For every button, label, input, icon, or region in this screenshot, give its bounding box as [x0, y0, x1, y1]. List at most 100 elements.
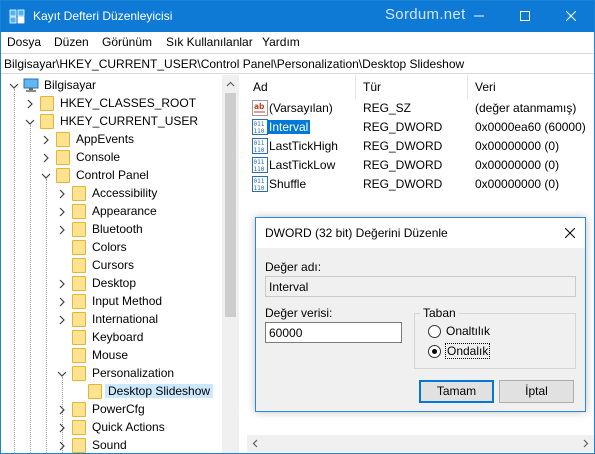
value-name: LastTickLow — [269, 158, 336, 172]
title-bar[interactable]: Kayıt Defteri Düzenleyicisi Sordum.net — [1, 1, 594, 32]
chevron-right-icon[interactable] — [57, 441, 67, 451]
tree-item-powercfg[interactable]: PowerCfg — [1, 401, 221, 419]
menu-view[interactable]: Görünüm — [102, 35, 152, 49]
chevron-down-icon[interactable] — [41, 171, 51, 181]
list-row-default[interactable]: ab (Varsayılan) REG_SZ (değer atanmamış) — [247, 99, 594, 118]
folder-icon — [72, 186, 86, 201]
menu-file[interactable]: Dosya — [7, 35, 41, 49]
tree-item-appearance[interactable]: Appearance — [1, 203, 221, 221]
close-icon — [566, 11, 576, 21]
radio-circle[interactable] — [428, 325, 441, 338]
chevron-right-icon[interactable] — [25, 99, 35, 109]
tree-item-input-method[interactable]: Input Method — [1, 293, 221, 311]
value-type: REG_DWORD — [363, 120, 443, 134]
tree-item-quick-actions[interactable]: Quick Actions — [1, 419, 221, 437]
value-name: Shuffle — [269, 177, 307, 191]
close-icon — [565, 228, 575, 238]
window-title: Kayıt Defteri Düzenleyicisi — [33, 9, 173, 23]
column-header-type[interactable]: Tür — [363, 80, 381, 94]
tree-item-computer[interactable]: Bilgisayar — [1, 77, 221, 95]
chevron-right-icon[interactable] — [57, 423, 67, 433]
radio-decimal[interactable]: Ondalık — [428, 343, 498, 360]
radio-hexadecimal[interactable]: Onaltılık — [428, 324, 498, 340]
chevron-right-icon[interactable] — [57, 279, 67, 289]
tree-item-accessibility[interactable]: Accessibility — [1, 185, 221, 203]
chevron-down-icon[interactable] — [9, 81, 19, 91]
menu-help[interactable]: Yardım — [262, 35, 300, 49]
column-separator[interactable] — [467, 75, 468, 99]
tree-vertical-scrollbar[interactable] — [222, 75, 239, 453]
string-value-icon: ab — [252, 100, 268, 116]
tree-item-bluetooth[interactable]: Bluetooth — [1, 221, 221, 239]
list-row-interval[interactable]: 011 110 Interval REG_DWORD 0x0000ea60 (6… — [247, 118, 594, 137]
list-row-lasttickhigh[interactable]: 011 110 LastTickHigh REG_DWORD 0x0000000… — [247, 137, 594, 156]
tree-item-control-panel[interactable]: Control Panel — [1, 167, 221, 185]
folder-icon — [72, 204, 86, 219]
minimize-icon — [474, 15, 484, 17]
tree-item-personalization[interactable]: Personalization — [1, 365, 221, 383]
chevron-right-icon[interactable] — [57, 207, 67, 217]
list-row-shuffle[interactable]: 011 110 Shuffle REG_DWORD 0x00000000 (0) — [247, 175, 594, 194]
value-type: REG_DWORD — [363, 158, 443, 172]
dialog-title-bar[interactable]: DWORD (32 bit) Değerini Düzenle — [256, 218, 585, 248]
chevron-right-icon[interactable] — [57, 405, 67, 415]
chevron-right-icon[interactable] — [57, 225, 67, 235]
tree-item-sound[interactable]: Sound — [1, 437, 221, 453]
folder-icon — [72, 240, 86, 255]
radio-circle-checked[interactable] — [428, 345, 441, 358]
column-header-data[interactable]: Veri — [475, 80, 496, 94]
tree-item-appevents[interactable]: AppEvents — [1, 131, 221, 149]
folder-icon — [88, 384, 102, 399]
folder-icon — [72, 366, 86, 381]
list-row-lastticklow[interactable]: 011 110 LastTickLow REG_DWORD 0x00000000… — [247, 156, 594, 175]
value-name-field[interactable]: Interval — [265, 276, 576, 297]
tree-item-hkey-classes-root[interactable]: HKEY_CLASSES_ROOT — [1, 95, 221, 113]
chevron-right-icon[interactable] — [57, 189, 67, 199]
value-name: Interval — [267, 120, 311, 134]
dialog-close-button[interactable] — [555, 218, 585, 248]
tree-item-keyboard[interactable]: Keyboard — [1, 329, 221, 347]
tree-item-desktop[interactable]: Desktop — [1, 275, 221, 293]
tree-item-cursors[interactable]: Cursors — [1, 257, 221, 275]
registry-editor-window: Kayıt Defteri Düzenleyicisi Sordum.net D… — [0, 0, 595, 454]
value-data-input[interactable]: 60000 — [265, 322, 402, 343]
scroll-left-arrow-icon[interactable] — [251, 439, 260, 448]
column-header-name[interactable]: Ad — [253, 80, 268, 94]
chevron-down-icon[interactable] — [57, 369, 67, 379]
list-horizontal-scrollbar[interactable] — [247, 435, 594, 452]
chevron-right-icon[interactable] — [57, 297, 67, 307]
pane-splitter[interactable] — [239, 75, 247, 453]
menu-favorites[interactable]: Sık Kullanılanlar — [166, 35, 253, 49]
chevron-down-icon[interactable] — [25, 117, 35, 127]
chevron-right-icon[interactable] — [57, 315, 67, 325]
chevron-right-icon[interactable] — [41, 135, 51, 145]
folder-icon — [72, 348, 86, 363]
minimize-button[interactable] — [456, 1, 502, 32]
maximize-button[interactable] — [502, 1, 548, 32]
tree-item-international[interactable]: International — [1, 311, 221, 329]
scrollbar-thumb[interactable] — [225, 93, 236, 317]
tree-item-console[interactable]: Console — [1, 149, 221, 167]
menu-edit[interactable]: Düzen — [54, 35, 89, 49]
address-bar[interactable]: Bilgisayar\HKEY_CURRENT_USER\Control Pan… — [1, 53, 594, 74]
tree-item-mouse[interactable]: Mouse — [1, 347, 221, 365]
cancel-button[interactable]: İptal — [499, 380, 574, 403]
scroll-right-arrow-icon[interactable] — [581, 439, 590, 448]
svg-text:ab: ab — [254, 102, 265, 111]
edit-dword-dialog: DWORD (32 bit) Değerini Düzenle Değer ad… — [255, 217, 586, 412]
address-path[interactable]: Bilgisayar\HKEY_CURRENT_USER\Control Pan… — [4, 57, 464, 71]
tree-item-colors[interactable]: Colors — [1, 239, 221, 257]
tree-item-desktop-slideshow[interactable]: Desktop Slideshow — [1, 383, 221, 401]
chevron-right-icon[interactable] — [41, 153, 51, 163]
tree-item-hkey-current-user[interactable]: HKEY_CURRENT_USER — [1, 113, 221, 131]
watermark-text: Sordum.net — [385, 6, 466, 23]
folder-icon — [40, 96, 54, 111]
binary-value-icon: 011 110 — [252, 138, 268, 154]
value-type: REG_DWORD — [363, 139, 443, 153]
column-separator[interactable] — [355, 75, 356, 99]
svg-text:011: 011 — [254, 121, 265, 128]
svg-text:110: 110 — [254, 185, 265, 192]
scroll-up-arrow-icon[interactable] — [226, 80, 235, 89]
close-button[interactable] — [548, 1, 594, 32]
ok-button[interactable]: Tamam — [419, 380, 494, 403]
